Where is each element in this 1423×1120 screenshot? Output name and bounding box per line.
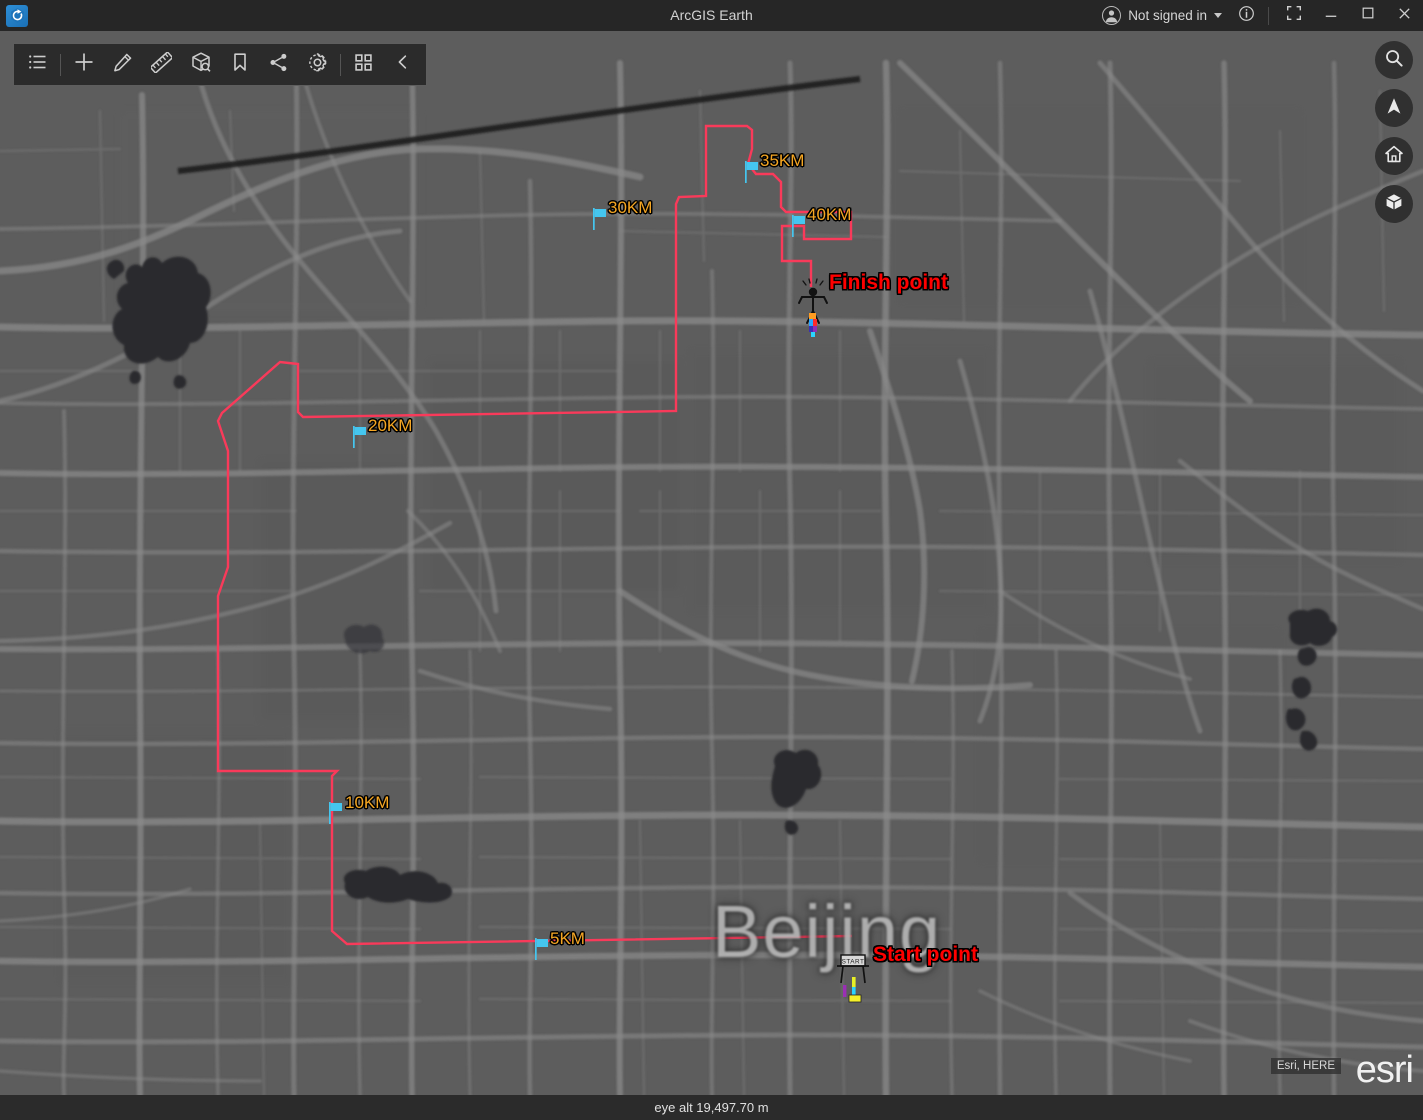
km-marker-40-flag-icon — [792, 215, 805, 237]
basemap-gallery-button[interactable] — [344, 45, 383, 84]
bookmark-icon — [230, 52, 250, 77]
map-right-tools — [1375, 41, 1413, 223]
account-menu-button[interactable]: Not signed in — [1098, 0, 1230, 31]
plus-icon — [73, 51, 95, 78]
share-button[interactable] — [259, 45, 298, 84]
km-marker-5-label: 5KM — [550, 929, 585, 948]
ruler-icon — [149, 50, 174, 78]
grid-icon — [354, 53, 373, 77]
eye-altitude-readout: eye alt 19,497.70 m — [654, 1100, 769, 1115]
chevron-left-icon — [394, 53, 412, 76]
km-marker-30-flag-icon — [593, 208, 606, 230]
km-marker-30-label: 30KM — [608, 198, 653, 217]
km-marker-20-flag-icon — [353, 426, 366, 448]
km-marker-10-flag-icon — [329, 802, 342, 824]
km-marker-5-flag-icon — [535, 938, 548, 960]
window-titlebar: ArcGIS Earth Not signed in — [0, 0, 1423, 31]
home-icon — [1384, 144, 1404, 169]
km-marker-35-label: 35KM — [760, 151, 805, 170]
status-bar: eye alt 19,497.70 m — [0, 1095, 1423, 1120]
pencil-icon — [112, 52, 133, 78]
map-attribution: Esri, HERE — [1270, 1058, 1341, 1074]
marathon-route — [216, 124, 853, 946]
maximize-icon — [1361, 6, 1375, 25]
scene-inspect-button[interactable] — [181, 45, 220, 84]
cube-search-icon — [190, 51, 212, 78]
finish-point-label: Finish point — [829, 271, 948, 294]
minimize-icon — [1324, 6, 1338, 25]
view-mode-3d-button[interactable] — [1375, 185, 1413, 223]
navigation-arrow-icon — [1384, 96, 1404, 121]
info-button[interactable] — [1230, 0, 1262, 31]
map-toolbar — [13, 43, 427, 86]
titlebar-divider — [1268, 6, 1269, 25]
draw-button[interactable] — [103, 45, 142, 84]
gear-icon — [307, 52, 328, 78]
share-icon — [268, 52, 289, 78]
info-circle-icon — [1238, 5, 1255, 27]
toolbar-divider — [60, 53, 61, 76]
arcgis-earth-logo — [6, 4, 28, 27]
km-marker-20-label: 20KM — [368, 416, 413, 435]
start-banner-icon: START — [837, 954, 869, 1003]
list-icon — [28, 52, 48, 77]
bookmarks-button[interactable] — [220, 45, 259, 84]
close-icon — [1397, 6, 1412, 26]
collapse-toolbar-button[interactable] — [383, 45, 422, 84]
settings-button[interactable] — [298, 45, 337, 84]
navigator-button[interactable] — [1375, 89, 1413, 127]
start-point-label: Start point — [873, 943, 978, 966]
home-button[interactable] — [1375, 137, 1413, 175]
titlebar-controls: Not signed in — [1098, 0, 1423, 31]
chevron-down-icon — [1214, 13, 1222, 18]
search-button[interactable] — [1375, 41, 1413, 79]
minimize-button[interactable] — [1312, 0, 1349, 31]
esri-wordmark: esri — [1355, 1049, 1414, 1091]
measure-button[interactable] — [142, 45, 181, 84]
km-marker-40-label: 40KM — [807, 205, 852, 224]
close-button[interactable] — [1386, 0, 1423, 31]
add-data-button[interactable] — [64, 45, 103, 84]
km-marker-35-flag-icon — [745, 161, 758, 183]
svg-text:START: START — [842, 958, 865, 965]
cube-icon — [1384, 192, 1404, 217]
table-of-contents-button[interactable] — [18, 45, 57, 84]
maximize-button[interactable] — [1349, 0, 1386, 31]
fullscreen-button[interactable] — [1275, 0, 1312, 31]
user-circle-icon — [1102, 6, 1122, 25]
km-marker-10-label: 10KM — [345, 793, 390, 812]
fullscreen-icon — [1286, 6, 1301, 25]
search-icon — [1384, 48, 1404, 73]
toolbar-divider-2 — [340, 53, 341, 76]
finish-runner-icon — [798, 278, 828, 337]
account-label: Not signed in — [1128, 8, 1207, 23]
map-viewport[interactable]: Beijing 5KM 10KM 20KM 30KM 35KM 40KM Fin… — [0, 31, 1423, 1095]
